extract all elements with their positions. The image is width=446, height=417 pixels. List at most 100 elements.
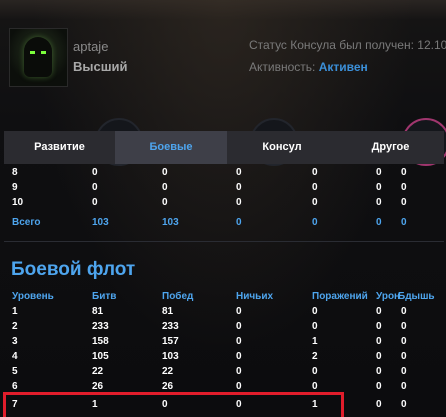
damage-cell: 0 xyxy=(376,381,382,392)
losses-cell: 0 xyxy=(312,197,318,208)
total-row: Всего 103 103 0 0 0 0 xyxy=(0,217,446,231)
username[interactable]: aptaje xyxy=(73,39,108,54)
battles-cell: 233 xyxy=(92,321,109,332)
table-row: 9 0 0 0 0 0 0 xyxy=(0,182,446,196)
total-battles: 103 xyxy=(92,217,109,228)
draws-cell: 0 xyxy=(236,351,242,362)
avatar[interactable] xyxy=(9,28,68,87)
losses-cell: 2 xyxy=(312,351,318,362)
tab-development[interactable]: Развитие xyxy=(4,131,115,164)
total-draws: 0 xyxy=(236,217,242,228)
header-losses: Поражений xyxy=(312,291,368,302)
level-cell: 6 xyxy=(12,381,18,392)
battles-cell: 0 xyxy=(92,182,98,193)
battles-cell: 81 xyxy=(92,306,104,317)
level-cell: 4 xyxy=(12,351,18,362)
table-row: 4 105 103 0 2 0 0 xyxy=(0,351,446,365)
wins-cell: 103 xyxy=(162,351,179,362)
user-rank: Высший xyxy=(73,59,128,74)
level-cell: 2 xyxy=(12,321,18,332)
wins-cell: 0 xyxy=(162,182,168,193)
bdysh-cell: 0 xyxy=(401,351,407,362)
table-header: Уровень Битв Побед Ничьих Поражений Урон… xyxy=(0,291,446,305)
losses-cell: 0 xyxy=(312,366,318,377)
losses-cell: 0 xyxy=(312,306,318,317)
level-cell: 8 xyxy=(12,167,18,178)
battles-cell: 158 xyxy=(92,336,109,347)
avatar-hood-shape xyxy=(24,37,52,77)
damage-cell: 0 xyxy=(376,399,382,410)
draws-cell: 0 xyxy=(236,321,242,332)
wins-cell: 0 xyxy=(162,197,168,208)
total-bdysh: 0 xyxy=(401,217,407,228)
section-title-battle-fleet: Боевой флот xyxy=(11,259,136,280)
battles-cell: 105 xyxy=(92,351,109,362)
bdysh-cell: 0 xyxy=(401,366,407,377)
activity-label: Активность: xyxy=(249,60,316,74)
wins-cell: 26 xyxy=(162,381,174,392)
level-cell: 5 xyxy=(12,366,18,377)
wins-cell: 22 xyxy=(162,366,174,377)
bdysh-cell: 0 xyxy=(401,336,407,347)
bdysh-cell: 0 xyxy=(401,197,407,208)
wins-cell: 0 xyxy=(162,167,168,178)
table-row: 1 81 81 0 0 0 0 xyxy=(0,306,446,320)
total-wins: 103 xyxy=(162,217,179,228)
bdysh-cell: 0 xyxy=(401,306,407,317)
draws-cell: 0 xyxy=(236,197,242,208)
table-row: 10 0 0 0 0 0 0 xyxy=(0,197,446,211)
battles-cell: 0 xyxy=(92,197,98,208)
damage-cell: 0 xyxy=(376,366,382,377)
wins-cell: 233 xyxy=(162,321,179,332)
avatar-eyes-shape xyxy=(30,51,46,54)
header-wins: Побед xyxy=(162,291,194,302)
losses-cell: 0 xyxy=(312,321,318,332)
total-damage: 0 xyxy=(376,217,382,228)
level-cell: 9 xyxy=(12,182,18,193)
bdysh-cell: 0 xyxy=(401,381,407,392)
draws-cell: 0 xyxy=(236,306,242,317)
header-damage: Урон xyxy=(376,291,401,302)
draws-cell: 0 xyxy=(236,182,242,193)
header-level: Уровень xyxy=(12,291,54,302)
draws-cell: 0 xyxy=(236,381,242,392)
damage-cell: 0 xyxy=(376,306,382,317)
wins-cell: 81 xyxy=(162,306,174,317)
level-cell: 3 xyxy=(12,336,18,347)
damage-cell: 0 xyxy=(376,167,382,178)
battles-cell: 0 xyxy=(92,167,98,178)
stats-tabs: Развитие Боевые Консул Другое xyxy=(4,131,444,164)
total-label: Всего xyxy=(12,217,41,228)
battles-cell: 26 xyxy=(92,381,104,392)
wins-cell: 157 xyxy=(162,336,179,347)
header-battles: Битв xyxy=(92,291,117,302)
damage-cell: 0 xyxy=(376,182,382,193)
damage-cell: 0 xyxy=(376,321,382,332)
damage-cell: 0 xyxy=(376,336,382,347)
level-cell: 10 xyxy=(12,197,24,208)
battles-cell: 22 xyxy=(92,366,104,377)
tab-consul[interactable]: Консул xyxy=(227,131,337,164)
tab-combat[interactable]: Боевые xyxy=(115,131,227,164)
level-cell: 1 xyxy=(12,306,18,317)
activity-value: Активен xyxy=(318,60,368,74)
losses-cell: 1 xyxy=(312,336,318,347)
header-bdysh: Бдышь xyxy=(398,291,435,302)
table-row: 2 233 233 0 0 0 0 xyxy=(0,321,446,335)
losses-cell: 0 xyxy=(312,182,318,193)
bdysh-cell: 0 xyxy=(401,321,407,332)
section-divider xyxy=(4,241,444,242)
damage-cell: 0 xyxy=(376,351,382,362)
losses-cell: 0 xyxy=(312,381,318,392)
header-draws: Ничьих xyxy=(236,291,274,302)
activity-line: Активность: Активен xyxy=(249,60,368,74)
bdysh-cell: 0 xyxy=(401,399,407,410)
tab-other[interactable]: Другое xyxy=(337,131,444,164)
bdysh-cell: 0 xyxy=(401,182,407,193)
table-row: 8 0 0 0 0 0 0 xyxy=(0,167,446,181)
bdysh-cell: 0 xyxy=(401,167,407,178)
table-row: 5 22 22 0 0 0 0 xyxy=(0,366,446,380)
total-losses: 0 xyxy=(312,217,318,228)
draws-cell: 0 xyxy=(236,336,242,347)
draws-cell: 0 xyxy=(236,366,242,377)
